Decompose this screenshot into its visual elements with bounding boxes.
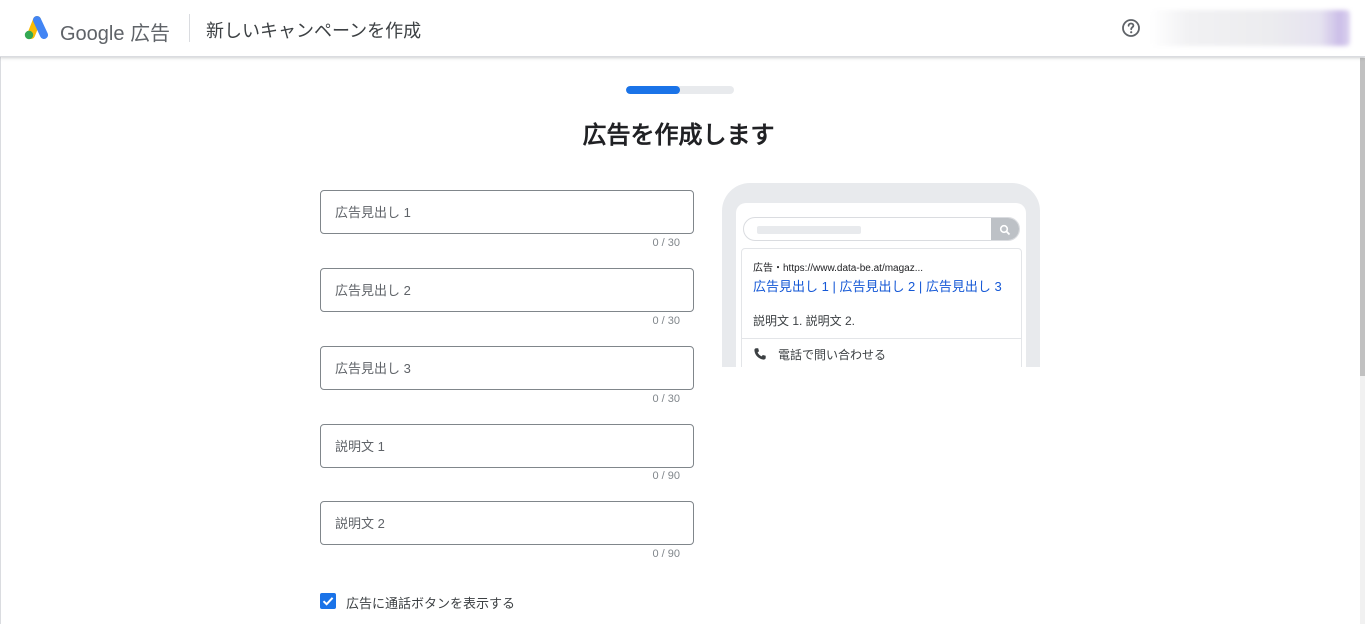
app-header: Google 広告 新しいキャンペーンを作成: [0, 0, 1365, 57]
phone-icon: [754, 348, 766, 360]
headline-3-counter: 0 / 30: [652, 393, 680, 405]
header-divider: [189, 14, 190, 42]
description-2-input[interactable]: [335, 502, 680, 544]
brand-google: Google: [60, 23, 125, 45]
step-progress-fill: [626, 86, 680, 94]
preview-search-button: [991, 218, 1019, 240]
headline-3-field[interactable]: [320, 346, 694, 390]
description-1-counter: 0 / 90: [652, 470, 680, 482]
headline-1-field[interactable]: [320, 190, 694, 234]
description-1-input[interactable]: [335, 425, 680, 467]
headline-1-input[interactable]: [335, 191, 680, 233]
description-1-field[interactable]: [320, 424, 694, 468]
ad-preview-phone: 広告・https://www.data-be.at/magaz... 広告見出し…: [722, 183, 1040, 367]
call-button-checkbox-label[interactable]: 広告に通話ボタンを表示する: [346, 593, 515, 612]
headline-2-field[interactable]: [320, 268, 694, 312]
headline-1-counter: 0 / 30: [652, 237, 680, 249]
page-heading: 新しいキャンペーンを作成: [206, 21, 422, 41]
preview-ad-description: 説明文 1. 説明文 2.: [753, 314, 856, 328]
call-button-checkbox[interactable]: [320, 593, 336, 609]
help-circle-icon[interactable]: [1121, 18, 1141, 38]
description-2-counter: 0 / 90: [652, 548, 680, 560]
google-ads-logo-icon[interactable]: [22, 15, 50, 41]
preview-ad-url: 広告・https://www.data-be.at/magaz...: [753, 263, 924, 274]
scrollbar-thumb[interactable]: [1360, 58, 1365, 376]
headline-2-input[interactable]: [335, 269, 680, 311]
preview-call-text: 電話で問い合わせる: [778, 348, 887, 362]
description-2-field[interactable]: [320, 501, 694, 545]
step-progress-bar: [626, 86, 734, 94]
brand-product: 広告: [130, 23, 171, 45]
preview-ad-headline: 広告見出し 1 | 広告見出し 2 | 広告見出し 3: [753, 279, 1002, 294]
brand-name: Google 広告: [60, 17, 170, 46]
checkmark-icon: [322, 597, 334, 606]
headline-3-input[interactable]: [335, 347, 680, 389]
page-title: 広告を作成します: [582, 122, 775, 149]
account-menu[interactable]: [1150, 10, 1350, 46]
preview-search-placeholder: [757, 226, 861, 234]
ad-preview-screen: 広告・https://www.data-be.at/magaz... 広告見出し…: [736, 203, 1026, 367]
headline-2-counter: 0 / 30: [652, 315, 680, 327]
search-icon: [999, 224, 1011, 236]
preview-ad-card: 広告・https://www.data-be.at/magaz... 広告見出し…: [741, 248, 1022, 367]
preview-divider: [742, 338, 1021, 339]
preview-search-bar: [743, 217, 1020, 241]
